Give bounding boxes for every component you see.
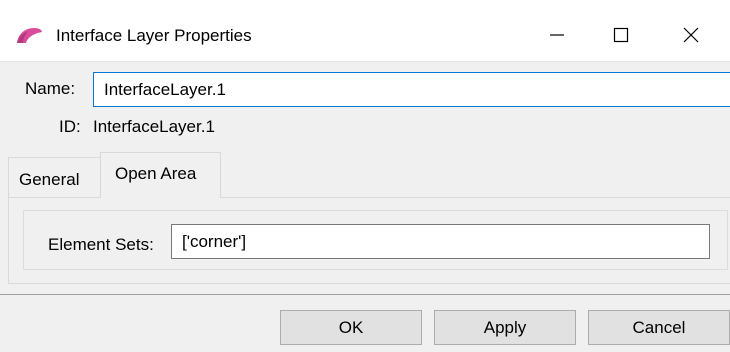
close-icon [683, 27, 699, 43]
window-title: Interface Layer Properties [56, 26, 252, 45]
tab-general[interactable]: General [8, 157, 101, 197]
apply-button[interactable]: Apply [434, 310, 576, 345]
name-input[interactable] [93, 72, 730, 107]
element-sets-input[interactable] [171, 224, 710, 259]
app-logo-icon [17, 28, 42, 43]
maximize-icon [613, 27, 629, 43]
id-value: InterfaceLayer.1 [93, 117, 215, 136]
cancel-button[interactable]: Cancel [588, 310, 730, 345]
ok-button[interactable]: OK [280, 310, 422, 345]
name-label: Name: [25, 79, 76, 98]
minimize-button[interactable] [530, 12, 584, 58]
id-label: ID: [59, 117, 81, 136]
title-bar: Interface Layer Properties [0, 0, 730, 62]
element-sets-label: Element Sets: [48, 235, 154, 254]
button-separator [0, 294, 730, 295]
tab-open-area[interactable]: Open Area [100, 152, 221, 198]
close-button[interactable] [664, 12, 718, 58]
minimize-icon [550, 34, 564, 36]
maximize-button[interactable] [594, 12, 648, 58]
